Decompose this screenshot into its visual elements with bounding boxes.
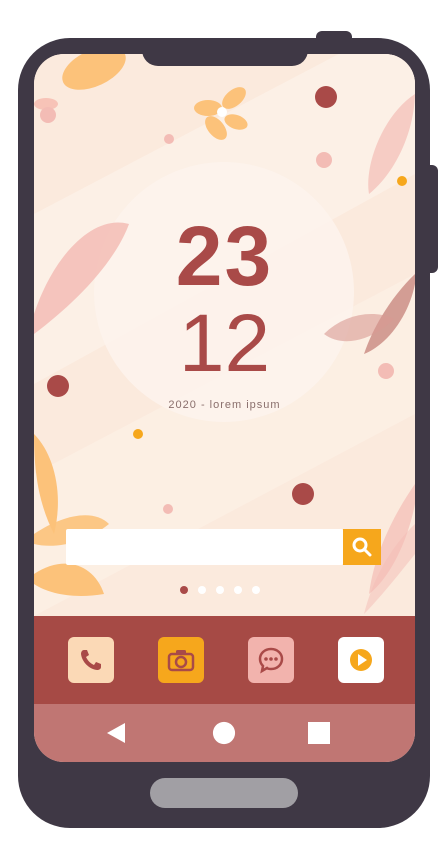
camera-icon <box>167 650 195 672</box>
play-icon <box>350 649 372 671</box>
app-dock <box>34 616 415 704</box>
messages-app-button[interactable] <box>248 637 294 683</box>
page-dot-active[interactable] <box>180 586 188 594</box>
camera-app-button[interactable] <box>158 637 204 683</box>
page-indicator <box>180 586 260 594</box>
camera-notch <box>142 50 308 66</box>
clock-hour: 23 <box>175 209 274 303</box>
player-app-button[interactable] <box>338 637 384 683</box>
page-dot[interactable] <box>216 586 224 594</box>
recent-square-icon <box>308 722 330 744</box>
phone-screen: 23 12 2020 - lorem ipsum <box>34 54 415 762</box>
search-input[interactable] <box>66 529 343 565</box>
phone-app-button[interactable] <box>68 637 114 683</box>
home-indicator[interactable] <box>150 778 298 808</box>
back-triangle-icon <box>107 723 125 743</box>
page-dot[interactable] <box>234 586 242 594</box>
search-icon <box>352 537 372 557</box>
navigation-bar <box>34 704 415 762</box>
search-button[interactable] <box>343 529 381 565</box>
page-dot[interactable] <box>198 586 206 594</box>
chat-icon <box>258 647 284 674</box>
phone-icon <box>81 650 101 670</box>
clock-minute: 12 <box>178 298 271 389</box>
recent-apps-button[interactable] <box>307 721 331 745</box>
home-circle-icon <box>212 721 236 745</box>
clock-subtitle: 2020 - lorem ipsum <box>168 399 281 411</box>
back-button[interactable] <box>104 721 128 745</box>
home-button[interactable] <box>212 721 236 745</box>
page-dot[interactable] <box>252 586 260 594</box>
